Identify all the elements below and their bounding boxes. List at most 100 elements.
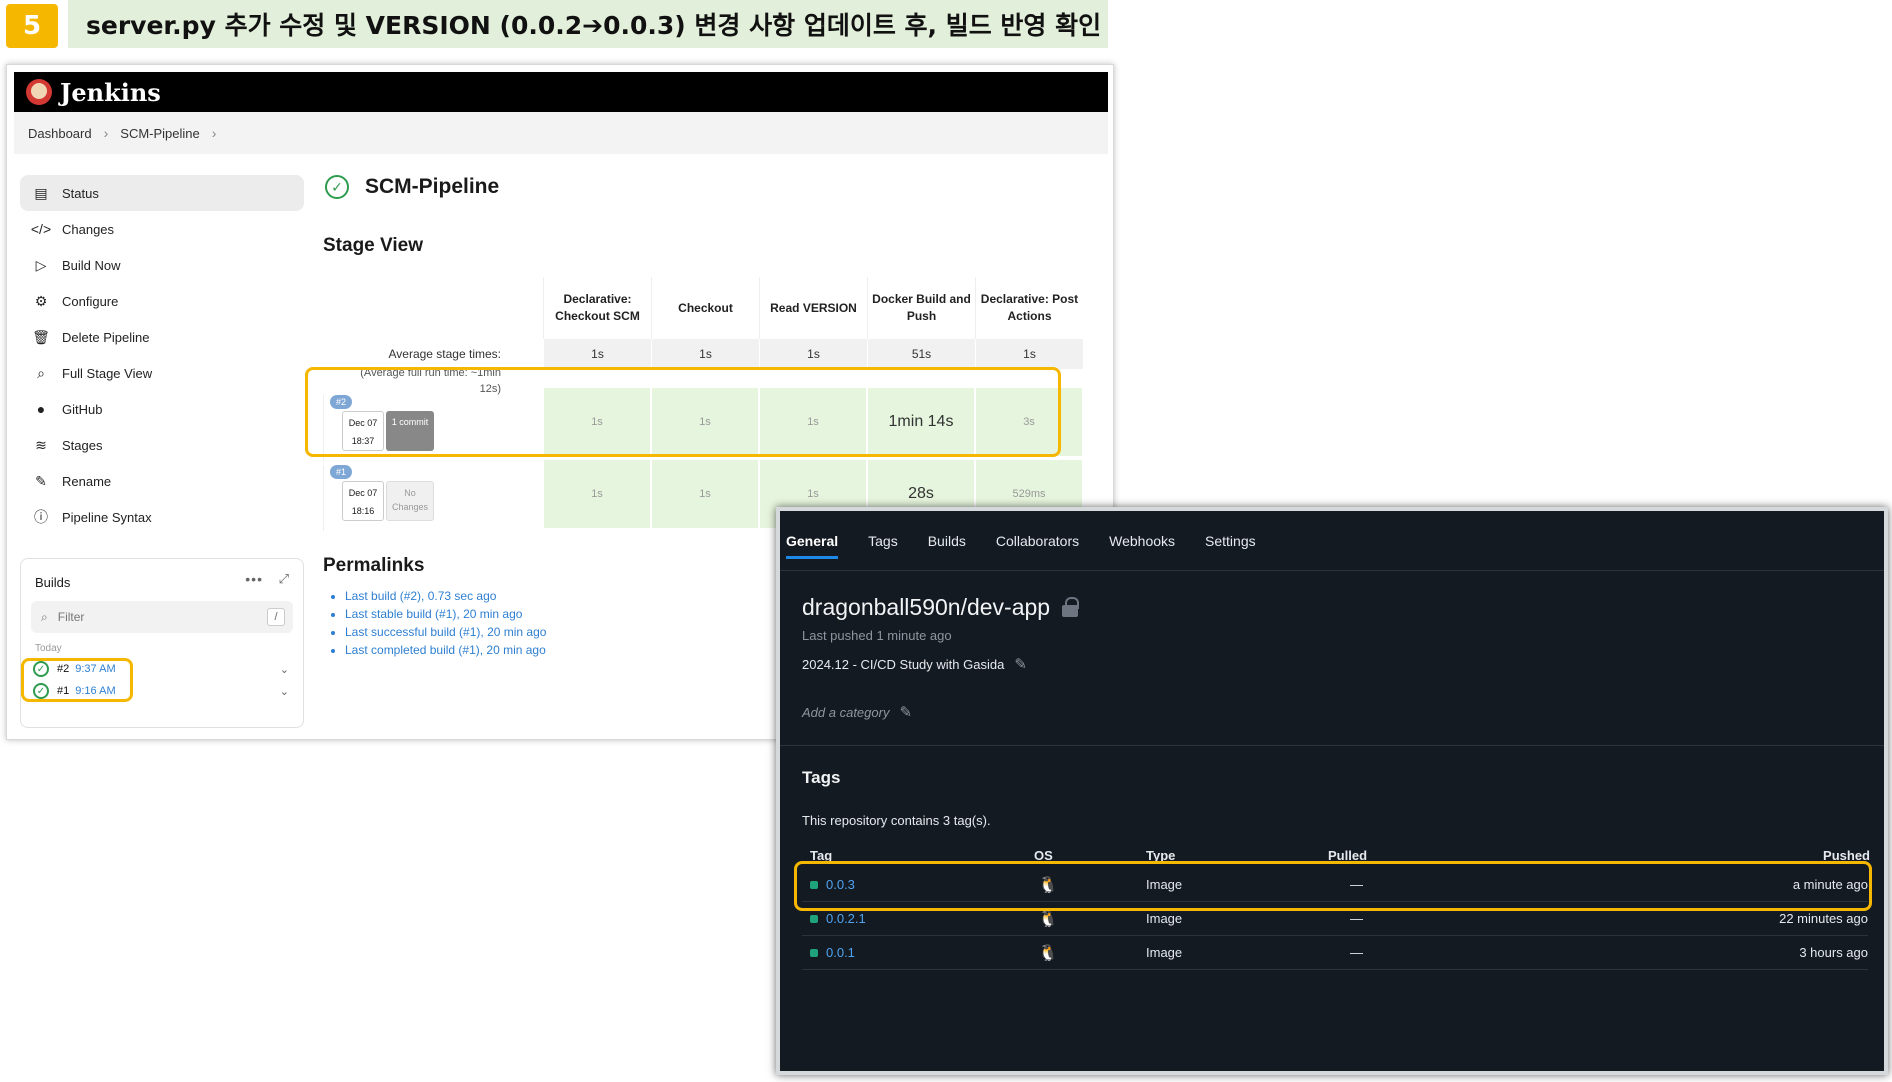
sidebar-item-configure[interactable]: ⚙ Configure (20, 283, 304, 319)
jenkins-title[interactable]: Jenkins (60, 78, 161, 107)
stage-header: Checkout (651, 277, 759, 339)
search-icon: ⌕ (37, 364, 45, 381)
chevron-down-icon[interactable]: ⌄ (280, 663, 289, 676)
permalinks-list: Last build (#2), 0.73 sec ago Last stabl… (345, 587, 546, 659)
tab-general[interactable]: General (786, 511, 839, 571)
builds-filter-input[interactable]: ⌕ Filter / (31, 601, 293, 633)
build-number[interactable]: #2 (57, 663, 69, 675)
permalinks-title: Permalinks (323, 555, 425, 576)
tag-status-icon (810, 880, 818, 889)
tab-collaborators[interactable]: Collaborators (996, 511, 1079, 571)
sidebar-item-label: Delete Pipeline (62, 329, 150, 345)
tag-pulled: — (1350, 911, 1363, 926)
sidebar-item-status[interactable]: ▤ Status (20, 175, 304, 211)
sidebar-item-label: Build Now (62, 257, 121, 273)
divider (780, 745, 1884, 746)
page-title: ✓ SCM-Pipeline (325, 175, 499, 199)
table-row[interactable]: 0.0.2.1 🐧 Image — 22 minutes ago (802, 902, 1868, 936)
tags-count: This repository contains 3 tag(s). (802, 813, 991, 828)
repo-description: 2024.12 - CI/CD Study with Gasida ✎ (802, 655, 1027, 673)
play-icon: ▷ (35, 256, 47, 273)
stage-cell[interactable]: 1s (651, 459, 759, 529)
stage-header: Declarative: Post Actions (975, 277, 1083, 339)
stage-header: Read VERSION (759, 277, 867, 339)
stage-cell[interactable]: 1s (543, 459, 651, 529)
stage-cell[interactable]: 1s (651, 387, 759, 457)
success-icon: ✓ (33, 661, 49, 677)
stage-average: 1s (651, 339, 759, 369)
stage-cell[interactable]: 3s (975, 387, 1083, 457)
stage-cell[interactable]: 1s (759, 387, 867, 457)
permalink-last-completed[interactable]: Last completed build (#1), 20 min ago (345, 641, 546, 659)
tag-label[interactable]: 0.0.1 (826, 945, 855, 960)
step-number-badge: 5 (6, 4, 58, 48)
run-card[interactable]: #2 Dec 07 18:37 1 commit (323, 395, 513, 461)
sidebar-item-label: Configure (62, 293, 119, 309)
breadcrumb-scm-pipeline[interactable]: SCM-Pipeline (120, 126, 199, 141)
trash-icon: 🗑 (32, 328, 50, 345)
permalink-last-stable[interactable]: Last stable build (#1), 20 min ago (345, 605, 546, 623)
stage-average: 51s (867, 339, 975, 369)
tag-pushed: a minute ago (1792, 877, 1868, 892)
sidebar-item-rename[interactable]: ✎ Rename (20, 463, 304, 499)
tab-webhooks[interactable]: Webhooks (1109, 511, 1175, 571)
sidebar-item-full-stage-view[interactable]: ⌕ Full Stage View (20, 355, 304, 391)
add-category[interactable]: Add a category ✎ (802, 703, 912, 721)
jenkins-sidebar: ▤ Status </> Changes ▷ Build Now ⚙ Configure… (20, 175, 304, 535)
sidebar-item-changes[interactable]: </> Changes (20, 211, 304, 247)
breadcrumb-dashboard[interactable]: Dashboard (28, 126, 92, 141)
repo-description-text: 2024.12 - CI/CD Study with Gasida (802, 656, 1005, 672)
tag-label[interactable]: 0.0.2.1 (826, 911, 866, 926)
run-date-day: Dec 07 (348, 418, 378, 428)
stage-average: 1s (975, 339, 1083, 369)
run-date-day: Dec 07 (348, 488, 378, 498)
jenkins-logo-icon[interactable] (26, 79, 52, 105)
sidebar-item-stages[interactable]: ≋ Stages (20, 427, 304, 463)
build-row[interactable]: ✓ #1 9:16 AM ⌄ (33, 681, 295, 701)
stage-view-title: Stage View (323, 235, 423, 256)
layers-icon: ≋ (35, 436, 47, 453)
more-icon[interactable]: ••• (245, 571, 263, 587)
build-time[interactable]: 9:16 AM (75, 685, 115, 697)
run-date: Dec 07 18:16 (342, 481, 384, 521)
tab-builds[interactable]: Builds (928, 511, 966, 571)
repo-name-text: dragonball590n/dev-app (802, 594, 1051, 620)
tag-name[interactable]: 0.0.1 (810, 945, 855, 960)
linux-icon: 🐧 (1038, 945, 1058, 962)
sidebar-item-delete-pipeline[interactable]: 🗑 Delete Pipeline (20, 319, 304, 355)
tags-section-title: Tags (802, 768, 841, 787)
run-changes[interactable]: No Changes (386, 481, 434, 521)
permalink-last-successful[interactable]: Last successful build (#1), 20 min ago (345, 623, 546, 641)
tag-label[interactable]: 0.0.3 (826, 877, 855, 892)
tab-tags[interactable]: Tags (868, 511, 898, 571)
expand-icon[interactable]: ⤢ (279, 571, 289, 587)
stage-cell[interactable]: 1s (543, 387, 651, 457)
add-category-text[interactable]: Add a category (802, 705, 889, 720)
run-badge[interactable]: #1 (330, 465, 353, 479)
table-row[interactable]: 0.0.3 🐧 Image — a minute ago (802, 868, 1868, 902)
sidebar-item-build-now[interactable]: ▷ Build Now (20, 247, 304, 283)
chevron-down-icon[interactable]: ⌄ (280, 685, 289, 698)
tab-settings[interactable]: Settings (1205, 511, 1256, 571)
build-number[interactable]: #1 (57, 685, 69, 697)
build-row[interactable]: ✓ #2 9:37 AM ⌄ (33, 659, 295, 679)
permalink-last-build[interactable]: Last build (#2), 0.73 sec ago (345, 587, 546, 605)
run-changes[interactable]: 1 commit (386, 411, 434, 451)
run-badge[interactable]: #2 (330, 395, 353, 409)
table-row[interactable]: 0.0.1 🐧 Image — 3 hours ago (802, 936, 1868, 970)
stage-average: 1s (759, 339, 867, 369)
tag-name[interactable]: 0.0.2.1 (810, 911, 866, 926)
linux-icon: 🐧 (1038, 877, 1058, 894)
run-date-time: 18:16 (351, 506, 375, 516)
tag-name[interactable]: 0.0.3 (810, 877, 855, 892)
tag-type: Image (1146, 877, 1183, 892)
edit-category-icon[interactable]: ✎ (899, 703, 912, 721)
sidebar-item-pipeline-syntax[interactable]: ⓘ Pipeline Syntax (20, 499, 304, 535)
tag-pushed: 22 minutes ago (1779, 911, 1868, 926)
build-time[interactable]: 9:37 AM (75, 663, 115, 675)
step-description: server.py 추가 수정 및 VERSION (0.0.2➔0.0.3) … (86, 11, 1102, 40)
run-card[interactable]: #1 Dec 07 18:16 No Changes (323, 465, 513, 531)
edit-description-icon[interactable]: ✎ (1014, 655, 1027, 673)
sidebar-item-github[interactable]: ● GitHub (20, 391, 304, 427)
stage-cell[interactable]: 1min 14s (867, 387, 975, 457)
